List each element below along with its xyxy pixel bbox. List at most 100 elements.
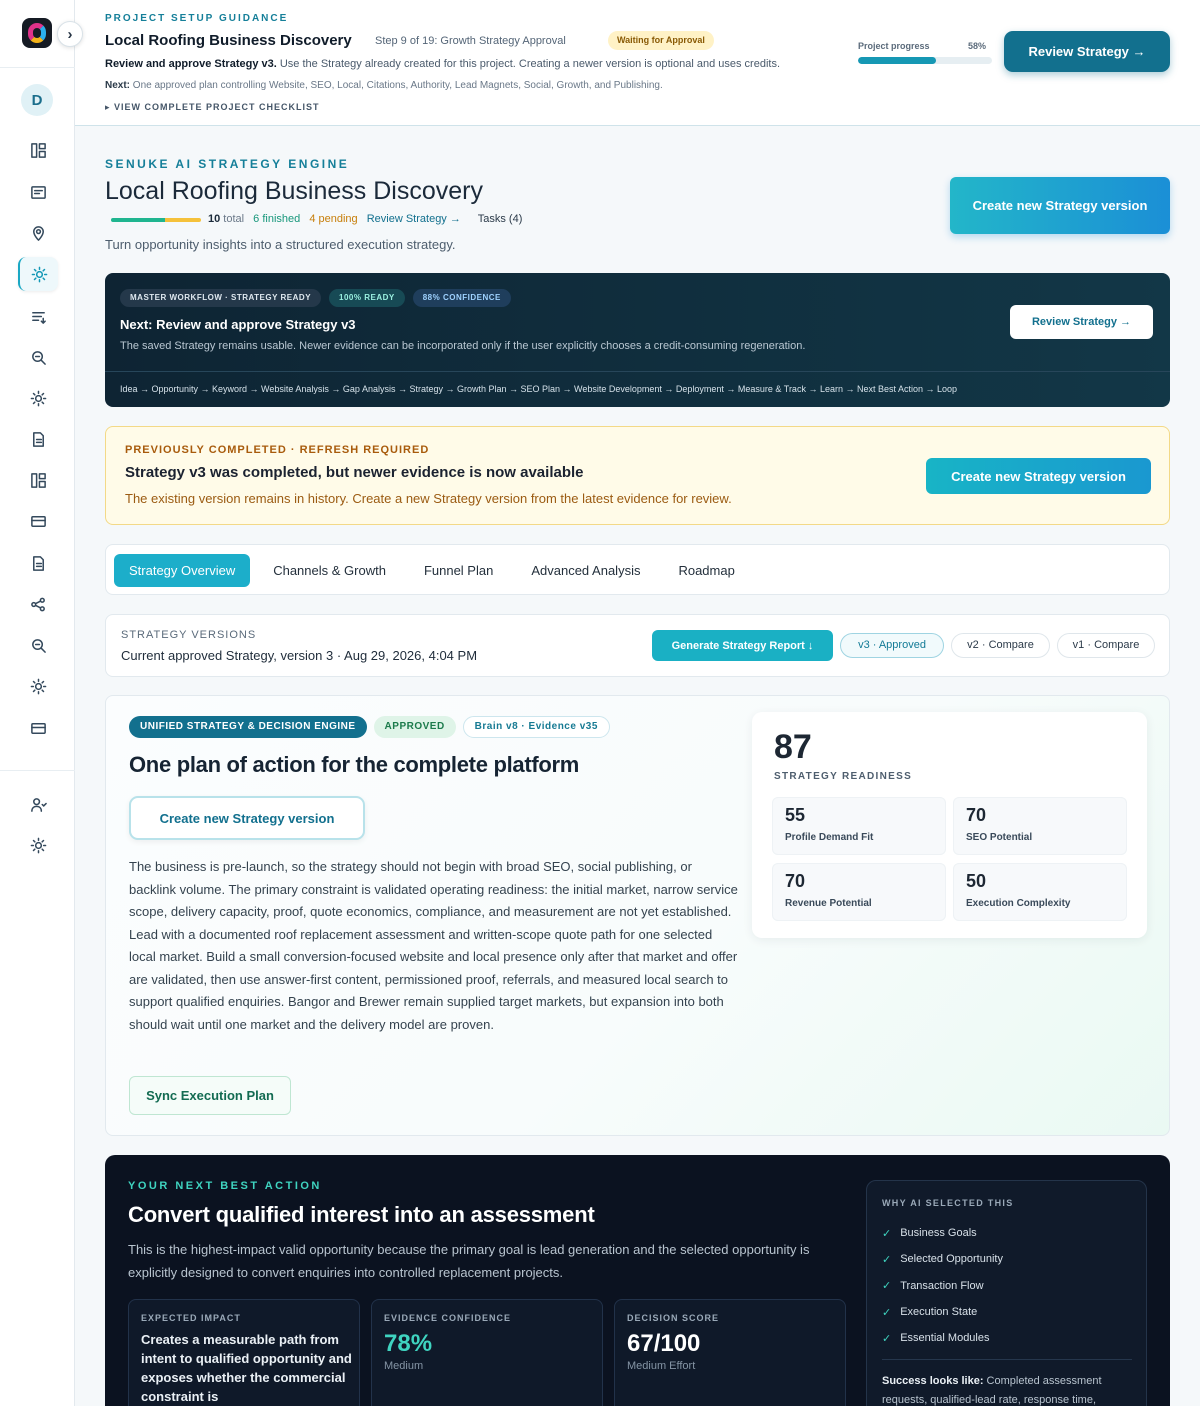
sidebar-collapse-button[interactable]: › bbox=[57, 21, 83, 47]
engine-chip: UNIFIED STRATEGY & DECISION ENGINE bbox=[129, 716, 367, 738]
workflow-review-button[interactable]: Review Strategy → bbox=[1010, 305, 1153, 339]
sidebar-item-search[interactable] bbox=[18, 340, 58, 374]
next-label: Next: bbox=[105, 80, 131, 91]
nba-eyebrow: YOUR NEXT BEST ACTION bbox=[128, 1180, 322, 1192]
version-v3-chip[interactable]: v3 · Approved bbox=[840, 633, 944, 658]
review-strategy-link[interactable]: Review Strategy → bbox=[367, 213, 461, 225]
metric-value: 70 bbox=[785, 871, 806, 891]
impact-text: Creates a measurable path from intent to… bbox=[141, 1332, 352, 1404]
setup-description-text: Use the Strategy already created for thi… bbox=[276, 58, 780, 70]
document-icon bbox=[32, 431, 44, 447]
sidebar-item-document[interactable] bbox=[18, 422, 58, 456]
sun-icon bbox=[30, 390, 46, 406]
metric-label: SEO Potential bbox=[966, 832, 1033, 843]
review-strategy-button[interactable]: Review Strategy → bbox=[1004, 31, 1170, 72]
sidebar-item-payments[interactable] bbox=[18, 711, 58, 745]
sidebar-item-location[interactable] bbox=[18, 216, 58, 250]
step-indicator: Step 9 of 19: Growth Strategy Approval bbox=[375, 35, 566, 47]
setup-description-bold: Review and approve Strategy v3. bbox=[105, 58, 277, 70]
sun-icon bbox=[31, 266, 47, 282]
strategy-versions-card: STRATEGY VERSIONS Current approved Strat… bbox=[105, 614, 1170, 677]
refresh-title: Strategy v3 was completed, but newer evi… bbox=[125, 464, 584, 481]
next-step-text: Next: One approved plan controlling Webs… bbox=[105, 80, 663, 91]
sidebar-item-share[interactable] bbox=[18, 587, 58, 621]
version-v1-compare-chip[interactable]: v1 · Compare bbox=[1057, 633, 1155, 658]
score-sub: Medium Effort bbox=[627, 1360, 696, 1372]
avatar[interactable]: D bbox=[21, 84, 53, 116]
app-logo[interactable] bbox=[22, 18, 52, 48]
confidence-value: 78% bbox=[384, 1330, 433, 1357]
refresh-create-version-button[interactable]: Create new Strategy version bbox=[926, 458, 1151, 494]
location-pin-icon bbox=[32, 225, 44, 241]
brain-evidence-chip: Brain v8 · Evidence v35 bbox=[462, 716, 610, 738]
check-icon: ✓ bbox=[882, 1332, 892, 1345]
ready-chip: 100% READY bbox=[329, 289, 405, 307]
evidence-confidence-card: EVIDENCE CONFIDENCE 78% Medium bbox=[371, 1299, 603, 1406]
progress-value: 58% bbox=[968, 41, 987, 51]
why-item-label: Selected Opportunity bbox=[900, 1253, 1003, 1266]
tab-funnel-plan[interactable]: Funnel Plan bbox=[409, 554, 508, 587]
version-v2-compare-chip[interactable]: v2 · Compare bbox=[951, 633, 1050, 658]
tab-strategy-overview[interactable]: Strategy Overview bbox=[114, 554, 251, 587]
refresh-eyebrow: PREVIOUSLY COMPLETED · REFRESH REQUIRED bbox=[125, 444, 430, 456]
sidebar-item-billing[interactable] bbox=[18, 504, 58, 538]
tab-advanced-analysis[interactable]: Advanced Analysis bbox=[516, 554, 655, 587]
card-icon bbox=[30, 185, 46, 199]
dashboard-icon bbox=[30, 142, 46, 158]
sidebar-item-settings[interactable] bbox=[18, 828, 58, 862]
metric-value: 50 bbox=[966, 871, 987, 891]
sidebar-item-list[interactable] bbox=[18, 299, 58, 333]
sidebar-item-dashboard[interactable] bbox=[18, 133, 58, 167]
dashboard-icon bbox=[30, 472, 46, 488]
master-workflow-card: MASTER WORKFLOW · STRATEGY READY 100% RE… bbox=[105, 273, 1170, 407]
check-icon: ✓ bbox=[882, 1227, 892, 1240]
confidence-chip: 88% CONFIDENCE bbox=[412, 289, 511, 307]
strategy-create-version-button[interactable]: Create new Strategy version bbox=[129, 796, 365, 840]
metric-card: 55 Profile Demand Fit bbox=[772, 797, 946, 855]
generate-report-button[interactable]: Generate Strategy Report ↓ bbox=[652, 630, 833, 661]
metric-label: Execution Complexity bbox=[966, 898, 1071, 909]
readiness-panel: 87 STRATEGY READINESS 55 Profile Demand F… bbox=[752, 712, 1147, 938]
sidebar-item-strategy[interactable] bbox=[18, 257, 58, 291]
sidebar-item-automation[interactable] bbox=[18, 669, 58, 703]
readiness-score: 87 bbox=[774, 728, 812, 766]
task-stats: 10 total 6 finished 4 pending Review Str… bbox=[208, 213, 528, 225]
why-item-label: Business Goals bbox=[900, 1227, 977, 1240]
sync-execution-plan-button[interactable]: Sync Execution Plan bbox=[129, 1076, 291, 1115]
chevron-right-icon: › bbox=[67, 25, 73, 43]
strategy-title: One plan of action for the complete plat… bbox=[129, 752, 580, 777]
task-progress-pending bbox=[165, 218, 201, 222]
tab-channels-growth[interactable]: Channels & Growth bbox=[258, 554, 401, 587]
setup-description: Review and approve Strategy v3. Use the … bbox=[105, 58, 780, 70]
task-progress-bar bbox=[111, 218, 201, 222]
sidebar-item-layout[interactable] bbox=[18, 463, 58, 497]
project-title: Local Roofing Business Discovery bbox=[105, 32, 352, 49]
create-strategy-version-button[interactable]: Create new Strategy version bbox=[950, 177, 1170, 234]
sidebar-item-research[interactable] bbox=[18, 628, 58, 662]
total-number: 10 bbox=[208, 213, 221, 225]
metric-label: Profile Demand Fit bbox=[785, 832, 874, 843]
sidebar-item-reports[interactable] bbox=[18, 546, 58, 580]
view-checklist-link[interactable]: ▸ VIEW COMPLETE PROJECT CHECKLIST bbox=[105, 102, 320, 113]
score-value: 67/100 bbox=[627, 1330, 701, 1357]
list-item: ✓ Selected Opportunity bbox=[882, 1246, 1003, 1272]
sidebar-item-insights[interactable] bbox=[18, 381, 58, 415]
next-text: One approved plan controlling Website, S… bbox=[130, 80, 663, 91]
metric-card: 50 Execution Complexity bbox=[953, 863, 1127, 921]
task-progress-finished bbox=[111, 218, 165, 222]
decision-score-card: DECISION SCORE 67/100 Medium Effort bbox=[614, 1299, 846, 1406]
sidebar-item-card[interactable] bbox=[18, 175, 58, 209]
sidebar-item-users[interactable] bbox=[18, 787, 58, 821]
refresh-description: The existing version remains in history.… bbox=[125, 491, 732, 506]
metric-value: 55 bbox=[785, 805, 806, 825]
tab-roadmap[interactable]: Roadmap bbox=[663, 554, 749, 587]
why-ai-selected-panel: WHY AI SELECTED THIS ✓ Business Goals ✓ Se… bbox=[866, 1180, 1147, 1406]
tasks-link[interactable]: Tasks (4) bbox=[478, 213, 523, 225]
setup-eyebrow: PROJECT SETUP GUIDANCE bbox=[105, 13, 289, 24]
workflow-chip: MASTER WORKFLOW · STRATEGY READY bbox=[120, 289, 322, 307]
why-item-label: Transaction Flow bbox=[900, 1279, 984, 1292]
check-icon: ✓ bbox=[882, 1253, 892, 1266]
sun-icon bbox=[30, 678, 46, 694]
why-eyebrow: WHY AI SELECTED THIS bbox=[882, 1198, 1014, 1208]
metric-card: 70 Revenue Potential bbox=[772, 863, 946, 921]
